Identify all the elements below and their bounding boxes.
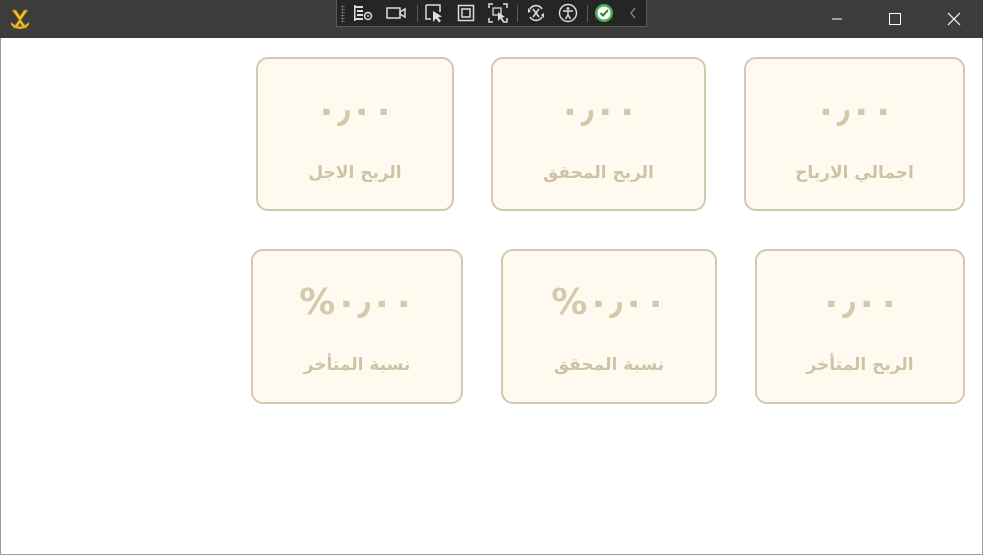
late-profit-value: ٠٫٠٠ bbox=[820, 282, 900, 323]
total-profit-value: ٠٫٠٠ bbox=[814, 90, 895, 131]
select-element-icon[interactable] bbox=[422, 2, 446, 24]
late-profit-card: ٠٫٠٠ الربح المتأخر bbox=[755, 249, 965, 404]
binding-check-icon[interactable] bbox=[592, 2, 616, 24]
total-profit-label: اجمالي الارباح bbox=[795, 163, 914, 183]
realized-profit-value: ٠٫٠٠ bbox=[558, 90, 639, 131]
record-icon[interactable] bbox=[384, 2, 408, 24]
realized-profit-card: ٠٫٠٠ الربح المحقق bbox=[491, 57, 706, 211]
late-ratio-label: نسبة المتأخر bbox=[303, 355, 411, 375]
close-button[interactable] bbox=[925, 0, 983, 38]
minimize-icon bbox=[832, 18, 842, 20]
toolbar-separator bbox=[517, 5, 518, 22]
minimize-button[interactable] bbox=[808, 0, 866, 38]
toolbar-separator bbox=[417, 5, 418, 22]
late-ratio-value: ٠٫٠٠% bbox=[299, 282, 415, 323]
late-ratio-card: ٠٫٠٠% نسبة المتأخر bbox=[251, 249, 463, 404]
dashboard-content: ٠٫٠٠ اجمالي الارباح ٠٫٠٠ الربح المحقق ٠٫… bbox=[0, 38, 983, 555]
toolbar-separator bbox=[587, 5, 588, 22]
debug-toolbar bbox=[336, 0, 647, 27]
deferred-profit-card: ٠٫٠٠ الربح الاجل bbox=[256, 57, 454, 211]
hot-reload-icon[interactable] bbox=[524, 2, 548, 24]
window-title-bar bbox=[0, 0, 983, 38]
total-profit-card: ٠٫٠٠ اجمالي الارباح bbox=[744, 57, 965, 211]
maximize-icon bbox=[889, 13, 901, 25]
display-layout-adorners-icon[interactable] bbox=[454, 2, 478, 24]
accessibility-icon[interactable] bbox=[556, 2, 580, 24]
track-focus-icon[interactable] bbox=[486, 2, 510, 24]
deferred-profit-label: الربح الاجل bbox=[308, 163, 402, 183]
realized-ratio-value: ٠٫٠٠% bbox=[551, 282, 667, 323]
realized-profit-label: الربح المحقق bbox=[543, 163, 654, 183]
collapse-toolbar-icon[interactable] bbox=[622, 2, 644, 24]
toolbar-grip[interactable] bbox=[341, 5, 345, 22]
late-profit-label: الربح المتأخر bbox=[806, 355, 914, 375]
app-icon bbox=[7, 6, 33, 32]
maximize-button[interactable] bbox=[866, 0, 924, 38]
realized-ratio-label: نسبة المحقق bbox=[553, 355, 665, 375]
close-icon bbox=[947, 12, 961, 26]
deferred-profit-value: ٠٫٠٠ bbox=[315, 90, 395, 131]
live-visual-tree-icon[interactable] bbox=[351, 2, 375, 24]
realized-ratio-card: ٠٫٠٠% نسبة المحقق bbox=[501, 249, 717, 404]
